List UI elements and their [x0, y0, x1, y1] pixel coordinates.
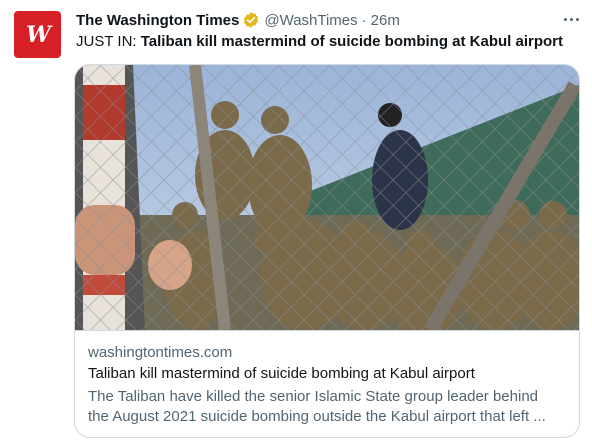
verified-badge-icon [242, 11, 260, 29]
avatar-logo-text: W [26, 21, 51, 48]
card-image[interactable] [75, 65, 579, 331]
separator-dot: · [361, 11, 367, 29]
card-description-line: The Taliban have killed the senior Islam… [88, 388, 538, 405]
tweet-text: JUST IN: Taliban kill mastermind of suic… [76, 33, 563, 50]
author-name[interactable]: The Washington Times [76, 12, 239, 29]
card-domain[interactable]: washingtontimes.com [88, 344, 232, 361]
card-title[interactable]: Taliban kill mastermind of suicide bombi… [88, 365, 475, 382]
author-handle[interactable]: @WashTimes [264, 12, 357, 29]
tweet-text-headline: Taliban kill mastermind of suicide bombi… [140, 33, 564, 50]
more-options-icon[interactable] [560, 9, 582, 29]
card-description: The Taliban have killed the senior Islam… [88, 387, 568, 427]
tweet-header: The Washington Times @WashTimes · 26m [76, 10, 400, 30]
tweet-text-prefix: JUST IN: [76, 33, 141, 50]
author-avatar[interactable]: W [14, 11, 61, 58]
tweet-timestamp[interactable]: 26m [371, 12, 400, 29]
link-preview-card[interactable]: washingtontimes.com Taliban kill masterm… [74, 64, 580, 438]
card-description-line: the August 2021 suicide bombing outside … [88, 408, 546, 425]
